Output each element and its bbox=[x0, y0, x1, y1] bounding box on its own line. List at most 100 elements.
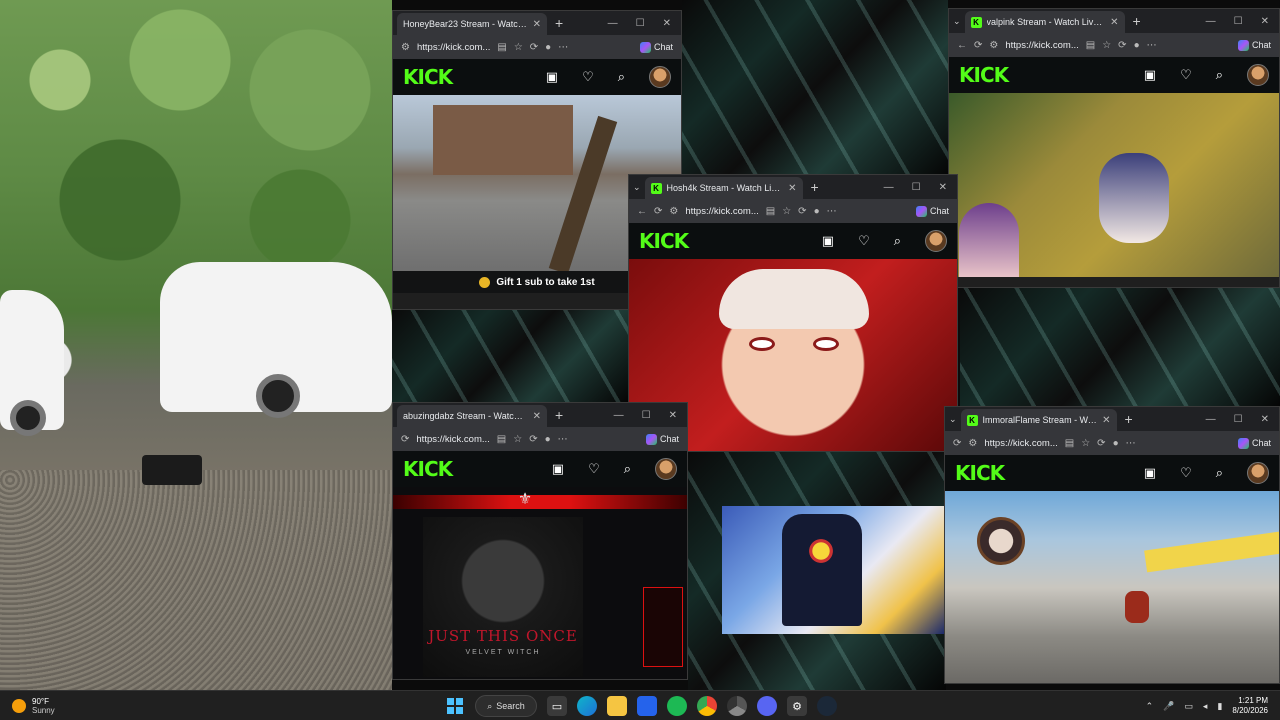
task-view-icon[interactable]: ▭ bbox=[547, 696, 567, 716]
volume-icon[interactable]: ◂ bbox=[1203, 701, 1208, 712]
user-avatar[interactable] bbox=[1247, 64, 1269, 86]
minimize-icon[interactable]: — bbox=[884, 182, 894, 193]
new-tab-icon[interactable]: + bbox=[811, 179, 819, 195]
url-field[interactable]: https://kick.com... bbox=[416, 434, 489, 445]
url-field[interactable]: https://kick.com... bbox=[984, 438, 1057, 449]
network-icon[interactable]: ▭ bbox=[1184, 701, 1193, 712]
browser-window-abuzingdabz[interactable]: abuzingdabz Stream - Watch Live ✕ + — ☐ … bbox=[392, 402, 688, 680]
profile-icon[interactable]: ● bbox=[1113, 438, 1119, 449]
following-heart-icon[interactable]: ♡ bbox=[1180, 465, 1192, 481]
more-icon[interactable]: ⋯ bbox=[827, 206, 837, 217]
profile-icon[interactable]: ● bbox=[545, 42, 551, 53]
stream-video-music[interactable]: ⚜ JUST THIS ONCE VELVET WITCH bbox=[393, 487, 687, 679]
maximize-icon[interactable]: ☐ bbox=[636, 18, 645, 29]
url-field[interactable]: https://kick.com... bbox=[1005, 40, 1078, 51]
copilot-chat-button[interactable]: Chat bbox=[915, 205, 949, 217]
favorite-star-icon[interactable]: ☆ bbox=[1081, 438, 1090, 449]
clock[interactable]: 1:21 PM 8/20/2026 bbox=[1232, 696, 1268, 716]
following-heart-icon[interactable]: ♡ bbox=[1180, 67, 1192, 83]
weather-widget[interactable]: 90°F Sunny bbox=[0, 697, 200, 715]
refresh-icon[interactable]: ⟳ bbox=[530, 42, 538, 53]
url-field[interactable]: https://kick.com... bbox=[417, 42, 490, 53]
browser-tab[interactable]: abuzingdabz Stream - Watch Live ✕ bbox=[397, 405, 547, 427]
windows-start-icon[interactable] bbox=[445, 696, 465, 716]
extensions-icon[interactable]: ⟳ bbox=[529, 434, 537, 445]
close-tab-icon[interactable]: ✕ bbox=[533, 19, 541, 30]
store-icon[interactable] bbox=[637, 696, 657, 716]
browse-icon[interactable]: ▣ bbox=[552, 461, 564, 477]
close-window-icon[interactable]: ✕ bbox=[1261, 16, 1269, 27]
new-tab-icon[interactable]: + bbox=[1133, 13, 1141, 29]
following-heart-icon[interactable]: ♡ bbox=[588, 461, 600, 477]
favorite-star-icon[interactable]: ☆ bbox=[782, 206, 791, 217]
search-icon[interactable]: ⌕ bbox=[624, 461, 631, 477]
search-icon[interactable]: ⌕ bbox=[618, 69, 625, 85]
close-window-icon[interactable]: ✕ bbox=[939, 182, 947, 193]
kick-logo[interactable]: KICK bbox=[959, 63, 1009, 87]
chrome-dev-icon[interactable] bbox=[727, 696, 747, 716]
kick-logo[interactable]: KICK bbox=[403, 65, 453, 89]
more-icon[interactable]: ⋯ bbox=[1126, 438, 1136, 449]
extensions-icon[interactable]: ⟳ bbox=[1097, 438, 1105, 449]
more-icon[interactable]: ⋯ bbox=[558, 42, 568, 53]
close-tab-icon[interactable]: ✕ bbox=[1110, 17, 1118, 28]
tab-list-chevron-icon[interactable]: ⌄ bbox=[633, 182, 641, 193]
chevron-up-icon[interactable]: ⌃ bbox=[1146, 701, 1154, 712]
browser-tab[interactable]: K Hosh4k Stream - Watch Live on Ki ✕ bbox=[644, 177, 803, 199]
browse-icon[interactable]: ▣ bbox=[1144, 67, 1156, 83]
taskbar-search[interactable]: ⌕ Search bbox=[475, 695, 537, 717]
url-field[interactable]: https://kick.com... bbox=[685, 206, 758, 217]
favorite-star-icon[interactable]: ☆ bbox=[514, 42, 523, 53]
search-icon[interactable]: ⌕ bbox=[1216, 67, 1223, 83]
browse-icon[interactable]: ▣ bbox=[822, 233, 834, 249]
profile-icon[interactable]: ● bbox=[545, 434, 551, 445]
settings-icon[interactable]: ⚙ bbox=[787, 696, 807, 716]
chrome-icon[interactable] bbox=[697, 696, 717, 716]
copilot-chat-button[interactable]: Chat bbox=[1237, 39, 1271, 51]
site-info-icon[interactable]: ⚙ bbox=[401, 42, 410, 53]
minimize-icon[interactable]: — bbox=[608, 18, 618, 29]
microphone-icon[interactable]: 🎤 bbox=[1163, 701, 1174, 712]
tab-list-chevron-icon[interactable]: ⌄ bbox=[949, 414, 957, 425]
browser-window-valpink[interactable]: ⌄ K valpink Stream - Watch Live o ✕ + — … bbox=[948, 8, 1280, 288]
refresh-icon[interactable]: ⟳ bbox=[401, 434, 409, 445]
following-heart-icon[interactable]: ♡ bbox=[858, 233, 870, 249]
maximize-icon[interactable]: ☐ bbox=[642, 410, 651, 421]
close-tab-icon[interactable]: ✕ bbox=[1102, 415, 1110, 426]
site-info-icon[interactable]: ⚙ bbox=[669, 206, 678, 217]
refresh-icon[interactable]: ⟳ bbox=[974, 40, 982, 51]
user-avatar[interactable] bbox=[1247, 462, 1269, 484]
more-icon[interactable]: ⋯ bbox=[558, 434, 568, 445]
site-info-icon[interactable]: ⚙ bbox=[968, 438, 977, 449]
kick-logo[interactable]: KICK bbox=[955, 461, 1005, 485]
favorite-star-icon[interactable]: ☆ bbox=[1102, 40, 1111, 51]
close-window-icon[interactable]: ✕ bbox=[1261, 414, 1269, 425]
extensions-icon[interactable]: ⟳ bbox=[1118, 40, 1126, 51]
following-heart-icon[interactable]: ♡ bbox=[582, 69, 594, 85]
more-icon[interactable]: ⋯ bbox=[1147, 40, 1157, 51]
kick-logo[interactable]: KICK bbox=[403, 457, 453, 481]
close-tab-icon[interactable]: ✕ bbox=[533, 411, 541, 422]
search-icon[interactable]: ⌕ bbox=[1216, 465, 1223, 481]
edge-icon[interactable] bbox=[577, 696, 597, 716]
favorite-star-icon[interactable]: ☆ bbox=[513, 434, 522, 445]
spotify-icon[interactable] bbox=[667, 696, 687, 716]
close-window-icon[interactable]: ✕ bbox=[663, 18, 671, 29]
maximize-icon[interactable]: ☐ bbox=[1234, 16, 1243, 27]
copilot-chat-button[interactable]: Chat bbox=[1237, 437, 1271, 449]
maximize-icon[interactable]: ☐ bbox=[912, 182, 921, 193]
reader-icon[interactable]: ▤ bbox=[1065, 438, 1074, 449]
discord-icon[interactable] bbox=[757, 696, 777, 716]
refresh-icon[interactable]: ⟳ bbox=[654, 206, 662, 217]
copilot-chat-button[interactable]: Chat bbox=[639, 41, 673, 53]
profile-icon[interactable]: ● bbox=[1134, 40, 1140, 51]
site-info-icon[interactable]: ⚙ bbox=[989, 40, 998, 51]
refresh-icon[interactable]: ⟳ bbox=[953, 438, 961, 449]
back-icon[interactable]: ← bbox=[637, 206, 647, 217]
new-tab-icon[interactable]: + bbox=[555, 407, 563, 423]
reader-icon[interactable]: ▤ bbox=[766, 206, 775, 217]
user-avatar[interactable] bbox=[925, 230, 947, 252]
browse-icon[interactable]: ▣ bbox=[1144, 465, 1156, 481]
close-tab-icon[interactable]: ✕ bbox=[788, 183, 796, 194]
steam-icon[interactable] bbox=[817, 696, 837, 716]
